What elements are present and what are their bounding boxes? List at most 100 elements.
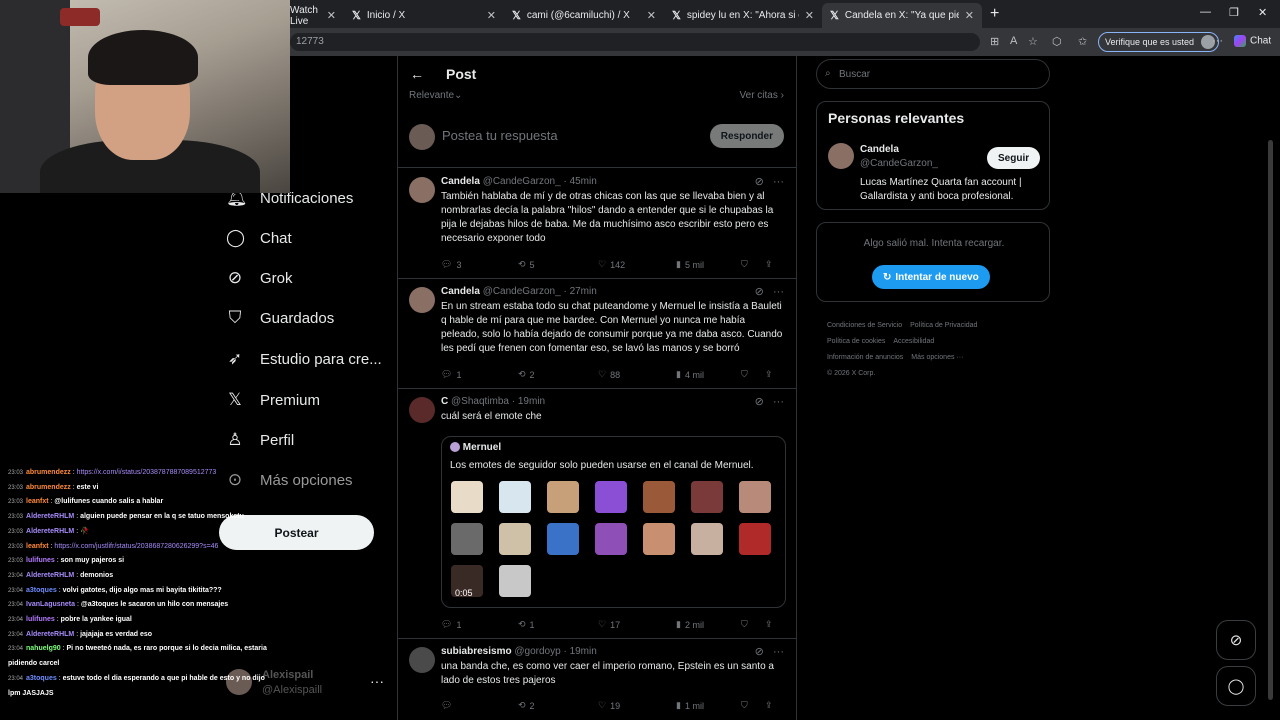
close-tab-icon[interactable]: ✕ [487, 9, 496, 22]
chat-username[interactable]: abrumendezz [26, 469, 71, 476]
sort-dropdown[interactable]: Relevante⌄ [409, 90, 462, 101]
nav-profile[interactable]: ♙ Perfil [226, 430, 294, 450]
grok-icon[interactable]: ⊘ [755, 396, 764, 408]
chat-username[interactable]: IvanLagusneta [26, 601, 75, 608]
tab-watch-live[interactable]: Watch Live ✕ [282, 3, 344, 28]
like-action[interactable]: ♡ 19 [598, 700, 676, 711]
nav-premium[interactable]: 𝕏 Premium [226, 390, 320, 410]
footer-link[interactable]: Condiciones de Servicio [827, 322, 902, 329]
emote-icon[interactable] [595, 523, 627, 555]
chat-username[interactable]: leanfxt [26, 498, 49, 505]
footer-link[interactable]: Política de Privacidad [910, 322, 977, 329]
copilot-chat-button[interactable]: Chat [1234, 35, 1271, 47]
author-name[interactable]: C [441, 396, 448, 407]
share-action[interactable]: ⇪ [765, 259, 780, 270]
views-action[interactable]: ▮ 1 mil [676, 700, 741, 711]
more-icon[interactable]: ··· [773, 286, 784, 298]
messages-fab-button[interactable]: ◯ [1216, 666, 1256, 706]
author-name[interactable]: Candela [441, 176, 480, 187]
chat-text[interactable]: https://x.com/justlifr/status/2038687280… [54, 543, 218, 550]
emote-icon[interactable] [595, 481, 627, 513]
tab-cami[interactable]: 𝕏 cami (@6camiluchi) / X ✕ [504, 3, 664, 28]
footer-link[interactable]: Política de cookies [827, 338, 885, 345]
repost-action[interactable]: ⟲ 1 [518, 619, 598, 630]
emote-icon[interactable] [451, 523, 483, 555]
emote-media-card[interactable]: Mernuel Los emotes de seguidor solo pued… [441, 436, 786, 608]
reply-input[interactable]: Postea tu respuesta [442, 128, 558, 143]
like-action[interactable]: ♡ 142 [598, 259, 676, 270]
emote-icon[interactable] [739, 481, 771, 513]
close-tab-icon[interactable]: ✕ [805, 9, 814, 22]
share-action[interactable]: ⇪ [765, 700, 780, 711]
nav-bookmarks[interactable]: ⛉ Guardados [226, 308, 335, 328]
back-arrow-icon[interactable]: ← [410, 66, 424, 82]
views-action[interactable]: ▮ 5 mil [676, 259, 741, 270]
nav-grok[interactable]: ⊘ Grok [226, 268, 293, 288]
more-icon[interactable]: ··· [1212, 35, 1223, 47]
reply-action[interactable]: 💬︎ 1 [441, 619, 518, 630]
emote-icon[interactable] [451, 481, 483, 513]
more-icon[interactable]: ··· [773, 396, 784, 408]
grok-icon[interactable]: ⊘ [755, 286, 764, 298]
view-quotes-link[interactable]: Ver citas › [740, 90, 784, 101]
retry-button[interactable]: ↻ Intentar de nuevo [872, 265, 990, 289]
reply-button[interactable]: Responder [709, 124, 784, 148]
chat-username[interactable]: lulifunes [26, 557, 55, 564]
person-name[interactable]: Candela [860, 144, 899, 155]
nav-creator-studio[interactable]: ➶ Estudio para cre... [226, 349, 382, 369]
extensions-icon[interactable]: ⬡ [1052, 35, 1062, 48]
favorites-icon[interactable]: ✩ [1078, 35, 1087, 48]
close-tab-icon[interactable]: ✕ [327, 9, 336, 22]
chat-username[interactable]: abrumendezz [26, 484, 71, 491]
emote-icon[interactable] [547, 481, 579, 513]
share-action[interactable]: ⇪ [765, 619, 780, 630]
url-field[interactable]: 12773 [290, 33, 980, 51]
chat-username[interactable]: AldereteRHLM [26, 513, 74, 520]
search-input[interactable]: ⌕ Buscar [816, 59, 1050, 89]
chat-username[interactable]: AldereteRHLM [26, 631, 74, 638]
emote-icon[interactable] [547, 523, 579, 555]
chat-username[interactable]: AldereteRHLM [26, 528, 74, 535]
emote-icon[interactable] [499, 523, 531, 555]
repost-action[interactable]: ⟲ 2 [518, 700, 598, 711]
reply-action[interactable]: 💬︎ 3 [441, 259, 518, 270]
minimize-icon[interactable]: — [1200, 6, 1211, 18]
nav-chat[interactable]: ◯ Chat [226, 228, 292, 248]
grok-icon[interactable]: ⊘ [755, 646, 764, 658]
more-icon[interactable]: ··· [773, 176, 784, 188]
verify-identity-button[interactable]: Verifique que es usted [1098, 32, 1220, 52]
footer-link[interactable]: Información de anuncios [827, 354, 903, 361]
author-name[interactable]: Candela [441, 286, 480, 297]
author-name[interactable]: subiabresismo [441, 646, 512, 657]
chat-text[interactable]: https://x.com/i/status/20387878870895127… [77, 469, 217, 476]
emote-icon[interactable] [643, 523, 675, 555]
like-action[interactable]: ♡ 88 [598, 369, 676, 380]
avatar[interactable] [409, 397, 435, 423]
grok-fab-button[interactable]: ⊘ [1216, 620, 1256, 660]
avatar[interactable] [409, 287, 435, 313]
chat-username[interactable]: a3toques [26, 587, 57, 594]
scrollbar[interactable] [1268, 140, 1273, 700]
views-action[interactable]: ▮ 2 mil [676, 619, 741, 630]
chat-username[interactable]: AldereteRHLM [26, 572, 74, 579]
favorite-star-icon[interactable]: ☆ [1028, 35, 1038, 48]
footer-link[interactable]: Accesibilidad [893, 338, 934, 345]
chat-username[interactable]: leanfxt [26, 543, 49, 550]
share-action[interactable]: ⇪ [765, 369, 780, 380]
close-tab-icon[interactable]: ✕ [965, 9, 974, 22]
reply-action[interactable]: 💬︎ 1 [441, 369, 518, 380]
emote-icon[interactable] [499, 565, 531, 597]
tweet[interactable]: C @Shaqtimba · 19min ⊘ ··· cuál será el … [398, 389, 796, 639]
tab-candela[interactable]: 𝕏 Candela en X: "Ya que piensan qu ✕ [822, 3, 982, 28]
bookmark-action[interactable]: ⛉ [741, 369, 765, 380]
reply-action[interactable]: 💬︎ [441, 700, 518, 711]
chat-username[interactable]: nahuelg90 [26, 645, 61, 652]
tweet[interactable]: Candela @CandeGarzon_ · 27min ⊘ ··· En u… [398, 279, 796, 389]
close-tab-icon[interactable]: ✕ [647, 9, 656, 22]
follow-button[interactable]: Seguir [987, 147, 1041, 169]
repost-action[interactable]: ⟲ 2 [518, 369, 598, 380]
avatar[interactable] [409, 177, 435, 203]
emote-icon[interactable] [499, 481, 531, 513]
footer-link[interactable]: Más opciones ··· [911, 354, 963, 361]
repost-action[interactable]: ⟲ 5 [518, 259, 598, 270]
